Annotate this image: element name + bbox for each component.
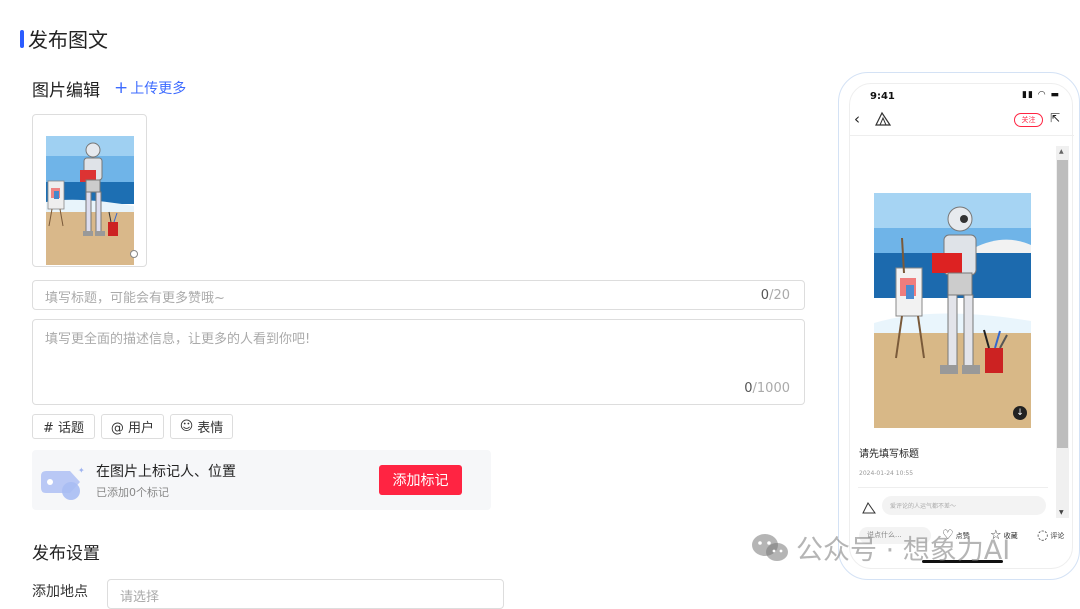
phone-scrollbar[interactable]: ▲ ▼ — [1056, 146, 1069, 518]
preview-robot-image: ↓ — [874, 193, 1031, 428]
signal-wifi-battery-icon: ▮▮ ◠ ▬ — [1022, 90, 1060, 100]
scroll-up-icon[interactable]: ▲ — [1059, 148, 1064, 155]
commenter-avatar — [861, 500, 877, 514]
download-icon[interactable]: ↓ — [1013, 406, 1027, 420]
add-mark-button[interactable]: 添加标记 — [379, 465, 462, 495]
follow-button[interactable]: 关注 — [1014, 113, 1043, 127]
image-handle-dot[interactable] — [130, 250, 138, 258]
watermark-text: 公众号 · 想象力AI — [796, 535, 1011, 566]
comment-button[interactable]: ◌ 评论 — [1037, 528, 1064, 543]
location-select[interactable]: 请选择 — [107, 579, 504, 609]
preview-divider — [858, 487, 1048, 488]
comment-icon: ◌ — [1037, 528, 1049, 543]
share-icon[interactable]: ⇱ — [1050, 111, 1060, 125]
page-title-text: 发布图文 — [28, 28, 108, 52]
smile-icon: ☺ — [179, 419, 194, 434]
phone-status-time: 9:41 — [870, 91, 895, 102]
image-thumbnail-card[interactable] — [32, 114, 147, 267]
watermark: 公众号 · 想象力AI — [750, 528, 1010, 567]
mention-user-button[interactable]: @ 用户 — [101, 414, 164, 439]
tag-icon: ✦ — [38, 464, 86, 502]
back-arrow-icon[interactable]: ‹ — [854, 110, 860, 128]
avatar[interactable] — [874, 111, 892, 127]
plus-icon: + — [114, 78, 129, 98]
mark-panel-title: 在图片上标记人、位置 — [96, 464, 236, 480]
upload-more-button[interactable]: + 上传更多 — [114, 78, 186, 98]
title-char-counter: 0/20 — [760, 288, 790, 303]
emoji-button[interactable]: ☺ 表情 — [170, 414, 233, 439]
topic-button[interactable]: # 话题 — [32, 414, 95, 439]
scroll-down-icon[interactable]: ▼ — [1059, 509, 1064, 516]
image-mark-panel: ✦ 在图片上标记人、位置 已添加0个标记 添加标记 — [32, 450, 491, 510]
page-title: 发布图文 — [20, 24, 108, 53]
description-char-counter: 0/1000 — [744, 381, 790, 396]
phone-header-divider — [850, 135, 1074, 136]
image-edit-title: 图片编辑 — [32, 81, 100, 101]
title-accent-bar — [20, 29, 24, 48]
svg-text:✦: ✦ — [78, 466, 85, 475]
preview-post-date: 2024-01-24 10:55 — [859, 470, 914, 477]
robot-beach-image — [46, 136, 134, 265]
scroll-thumb[interactable] — [1057, 160, 1068, 448]
description-input[interactable]: 填写更全面的描述信息，让更多的人看到你吧! 0/1000 — [32, 319, 805, 405]
title-input[interactable]: 填写标题，可能会有更多赞哦~ 0/20 — [32, 280, 805, 310]
description-input-placeholder: 填写更全面的描述信息，让更多的人看到你吧! — [45, 332, 311, 347]
location-placeholder: 请选择 — [120, 590, 160, 605]
publish-settings-title: 发布设置 — [32, 544, 100, 564]
wechat-icon — [750, 532, 790, 564]
preview-comment-input[interactable]: 爱评论的人运气都不差～ — [882, 496, 1046, 515]
location-label: 添加地点 — [32, 584, 88, 600]
upload-more-label: 上传更多 — [130, 81, 187, 97]
title-input-placeholder: 填写标题，可能会有更多赞哦~ — [45, 291, 225, 306]
mark-panel-subtitle: 已添加0个标记 — [96, 486, 169, 499]
preview-post-title: 请先填写标题 — [859, 449, 919, 460]
